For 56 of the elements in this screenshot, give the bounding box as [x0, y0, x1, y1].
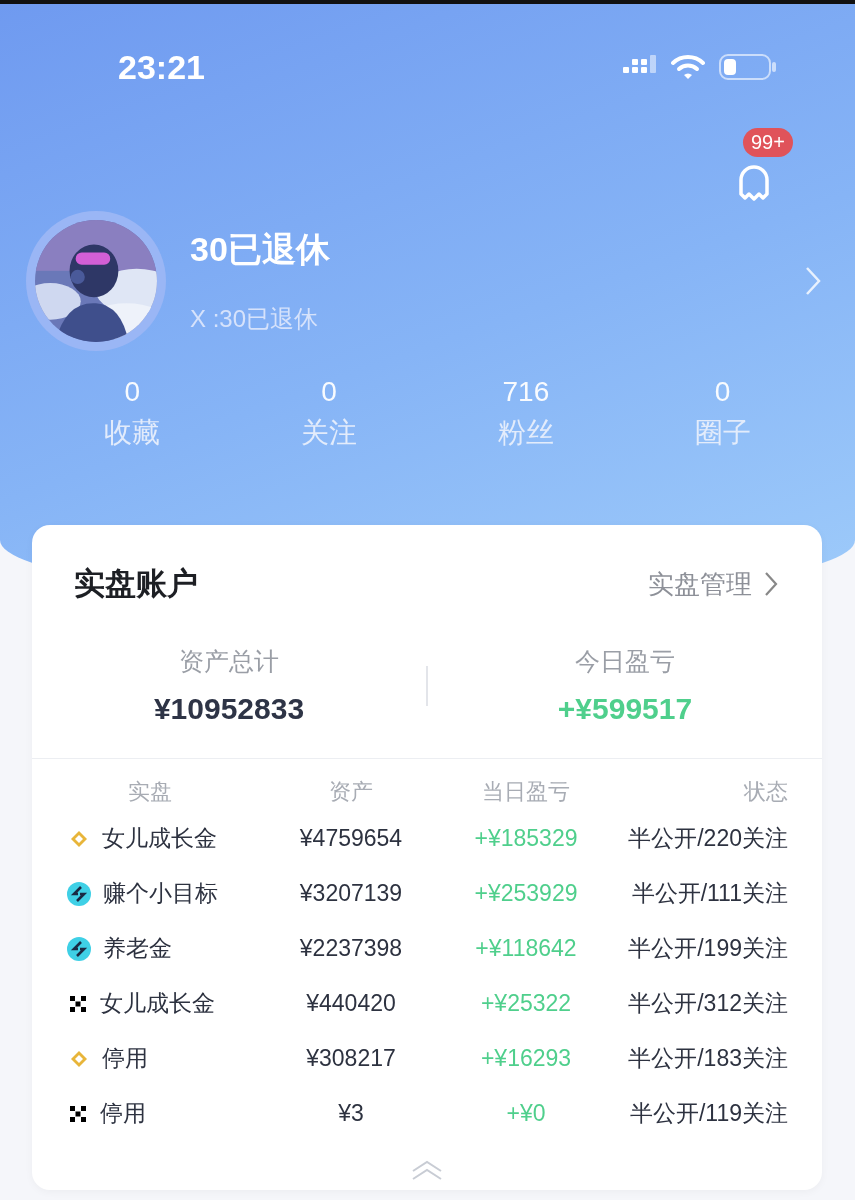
column-header: 资产 — [328, 778, 374, 806]
total-assets-value: ¥10952833 — [153, 692, 305, 726]
stat-value: 716 — [502, 376, 550, 408]
checker-icon — [70, 995, 86, 1012]
column-header: 当日盈亏 — [481, 778, 571, 806]
today-pnl-value: +¥599517 — [557, 692, 693, 726]
stat-label[interactable]: 关注 — [301, 414, 358, 452]
stat-label[interactable]: 收藏 — [104, 414, 161, 452]
status-time: 23:21 — [118, 47, 205, 87]
status-cell-text: 半公开/111关注 — [630, 879, 788, 908]
wifi-icon — [671, 54, 705, 80]
account-name: 女儿成长金 — [102, 824, 217, 853]
assets-cell-text: ¥3207139 — [298, 880, 404, 907]
column-header: 实盘 — [127, 778, 173, 806]
pnl-cell-text: +¥16293 — [479, 1045, 573, 1072]
diamond-icon — [70, 829, 88, 848]
status-cell-text: 半公开/312关注 — [627, 989, 788, 1018]
stat-value: 0 — [321, 376, 337, 408]
chevron-right-icon[interactable] — [764, 571, 778, 597]
account-name: 养老金 — [103, 934, 172, 963]
status-cell-text: 半公开/220关注 — [627, 824, 788, 853]
swirl-icon — [67, 881, 91, 906]
assets-cell-text: ¥2237398 — [298, 935, 404, 962]
collapse-icon[interactable] — [411, 1159, 443, 1181]
stat-label[interactable]: 圈子 — [694, 414, 751, 452]
account-name: 停用 — [102, 1044, 148, 1073]
card-title: 实盘账户 — [74, 565, 198, 603]
assets-cell-text: ¥4759654 — [298, 825, 404, 852]
summary-label: 资产总计 — [179, 646, 279, 677]
pnl-cell-text: +¥118642 — [474, 935, 578, 962]
pnl-cell-text: +¥253929 — [473, 880, 579, 907]
account-name: 赚个小目标 — [103, 879, 218, 908]
pnl-cell-text: +¥185329 — [473, 825, 579, 852]
swirl-icon — [67, 936, 91, 961]
account-name: 女儿成长金 — [100, 989, 215, 1018]
status-cell-text: 半公开/199关注 — [627, 934, 788, 963]
pnl-cell-text: +¥25322 — [479, 990, 573, 1017]
checker-icon — [70, 1105, 86, 1122]
status-cell-text: 半公开/119关注 — [628, 1099, 788, 1128]
account-name: 停用 — [100, 1099, 146, 1128]
summary-label: 今日盈亏 — [575, 646, 675, 677]
stat-value: 0 — [714, 376, 731, 408]
battery-icon — [719, 54, 777, 80]
assets-cell-text: ¥3 — [337, 1100, 365, 1127]
pnl-cell-text: +¥0 — [505, 1100, 547, 1127]
notification-badge: 99+ — [743, 128, 793, 157]
user-name: 30已退休 — [190, 229, 331, 270]
stat-value: 0 — [124, 376, 141, 408]
manage-link[interactable]: 实盘管理 — [648, 566, 752, 602]
stat-label[interactable]: 粉丝 — [497, 414, 554, 452]
column-header: 状态 — [743, 778, 788, 806]
assets-cell-text: ¥308217 — [305, 1045, 397, 1072]
status-cell-text: 半公开/183关注 — [627, 1044, 788, 1073]
assets-cell-text: ¥440420 — [305, 990, 397, 1017]
diamond-icon — [70, 1049, 88, 1068]
user-handle: X :30已退休 — [190, 304, 320, 334]
